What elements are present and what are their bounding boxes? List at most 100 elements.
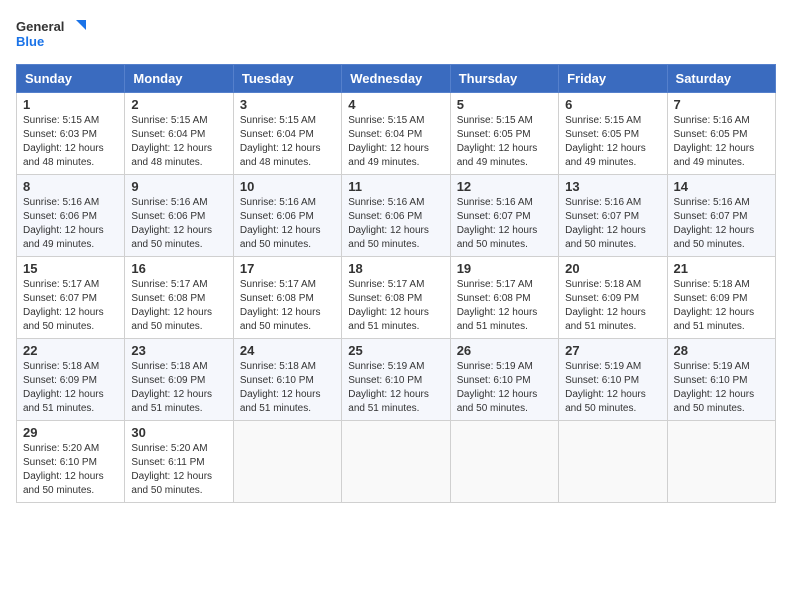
day-number: 6: [565, 97, 660, 112]
day-number: 7: [674, 97, 769, 112]
day-number: 10: [240, 179, 335, 194]
day-info: Sunrise: 5:17 AM Sunset: 6:08 PM Dayligh…: [131, 278, 226, 334]
day-number: 22: [23, 343, 118, 358]
day-info: Sunrise: 5:18 AM Sunset: 6:09 PM Dayligh…: [23, 360, 118, 416]
day-cell-13: 13 Sunrise: 5:16 AM Sunset: 6:07 PM Dayl…: [559, 175, 667, 257]
day-number: 15: [23, 261, 118, 276]
day-cell-3: 3 Sunrise: 5:15 AM Sunset: 6:04 PM Dayli…: [233, 93, 341, 175]
day-info: Sunrise: 5:15 AM Sunset: 6:04 PM Dayligh…: [348, 114, 443, 170]
day-info: Sunrise: 5:18 AM Sunset: 6:09 PM Dayligh…: [131, 360, 226, 416]
svg-text:Blue: Blue: [16, 34, 44, 49]
day-cell-20: 20 Sunrise: 5:18 AM Sunset: 6:09 PM Dayl…: [559, 257, 667, 339]
header: General Blue: [16, 16, 776, 56]
day-number: 19: [457, 261, 552, 276]
col-thursday: Thursday: [450, 65, 558, 93]
day-cell-27: 27 Sunrise: 5:19 AM Sunset: 6:10 PM Dayl…: [559, 339, 667, 421]
day-cell-17: 17 Sunrise: 5:17 AM Sunset: 6:08 PM Dayl…: [233, 257, 341, 339]
day-info: Sunrise: 5:17 AM Sunset: 6:08 PM Dayligh…: [240, 278, 335, 334]
day-number: 2: [131, 97, 226, 112]
day-number: 21: [674, 261, 769, 276]
day-cell-12: 12 Sunrise: 5:16 AM Sunset: 6:07 PM Dayl…: [450, 175, 558, 257]
day-number: 17: [240, 261, 335, 276]
day-cell-22: 22 Sunrise: 5:18 AM Sunset: 6:09 PM Dayl…: [17, 339, 125, 421]
day-cell-5: 5 Sunrise: 5:15 AM Sunset: 6:05 PM Dayli…: [450, 93, 558, 175]
col-monday: Monday: [125, 65, 233, 93]
day-info: Sunrise: 5:16 AM Sunset: 6:07 PM Dayligh…: [457, 196, 552, 252]
day-info: Sunrise: 5:15 AM Sunset: 6:04 PM Dayligh…: [240, 114, 335, 170]
col-tuesday: Tuesday: [233, 65, 341, 93]
day-number: 11: [348, 179, 443, 194]
empty-cell: [450, 421, 558, 503]
day-number: 28: [674, 343, 769, 358]
day-number: 14: [674, 179, 769, 194]
logo-svg: General Blue: [16, 16, 86, 56]
day-info: Sunrise: 5:19 AM Sunset: 6:10 PM Dayligh…: [348, 360, 443, 416]
svg-text:General: General: [16, 19, 64, 34]
day-info: Sunrise: 5:16 AM Sunset: 6:06 PM Dayligh…: [348, 196, 443, 252]
day-info: Sunrise: 5:16 AM Sunset: 6:07 PM Dayligh…: [674, 196, 769, 252]
day-info: Sunrise: 5:19 AM Sunset: 6:10 PM Dayligh…: [674, 360, 769, 416]
day-info: Sunrise: 5:17 AM Sunset: 6:08 PM Dayligh…: [457, 278, 552, 334]
day-number: 8: [23, 179, 118, 194]
empty-cell: [342, 421, 450, 503]
day-number: 30: [131, 425, 226, 440]
day-cell-19: 19 Sunrise: 5:17 AM Sunset: 6:08 PM Dayl…: [450, 257, 558, 339]
day-number: 26: [457, 343, 552, 358]
day-info: Sunrise: 5:15 AM Sunset: 6:04 PM Dayligh…: [131, 114, 226, 170]
day-number: 16: [131, 261, 226, 276]
day-cell-8: 8 Sunrise: 5:16 AM Sunset: 6:06 PM Dayli…: [17, 175, 125, 257]
day-number: 4: [348, 97, 443, 112]
empty-cell: [233, 421, 341, 503]
day-cell-10: 10 Sunrise: 5:16 AM Sunset: 6:06 PM Dayl…: [233, 175, 341, 257]
day-cell-7: 7 Sunrise: 5:16 AM Sunset: 6:05 PM Dayli…: [667, 93, 775, 175]
weekday-header-row: Sunday Monday Tuesday Wednesday Thursday…: [17, 65, 776, 93]
day-info: Sunrise: 5:18 AM Sunset: 6:09 PM Dayligh…: [565, 278, 660, 334]
day-number: 23: [131, 343, 226, 358]
col-wednesday: Wednesday: [342, 65, 450, 93]
day-cell-4: 4 Sunrise: 5:15 AM Sunset: 6:04 PM Dayli…: [342, 93, 450, 175]
empty-cell: [667, 421, 775, 503]
day-cell-28: 28 Sunrise: 5:19 AM Sunset: 6:10 PM Dayl…: [667, 339, 775, 421]
day-number: 3: [240, 97, 335, 112]
day-info: Sunrise: 5:17 AM Sunset: 6:08 PM Dayligh…: [348, 278, 443, 334]
day-info: Sunrise: 5:17 AM Sunset: 6:07 PM Dayligh…: [23, 278, 118, 334]
day-info: Sunrise: 5:16 AM Sunset: 6:05 PM Dayligh…: [674, 114, 769, 170]
day-info: Sunrise: 5:16 AM Sunset: 6:06 PM Dayligh…: [240, 196, 335, 252]
day-number: 1: [23, 97, 118, 112]
day-cell-14: 14 Sunrise: 5:16 AM Sunset: 6:07 PM Dayl…: [667, 175, 775, 257]
col-friday: Friday: [559, 65, 667, 93]
day-info: Sunrise: 5:18 AM Sunset: 6:10 PM Dayligh…: [240, 360, 335, 416]
day-number: 9: [131, 179, 226, 194]
day-info: Sunrise: 5:19 AM Sunset: 6:10 PM Dayligh…: [565, 360, 660, 416]
day-number: 29: [23, 425, 118, 440]
day-cell-6: 6 Sunrise: 5:15 AM Sunset: 6:05 PM Dayli…: [559, 93, 667, 175]
day-cell-21: 21 Sunrise: 5:18 AM Sunset: 6:09 PM Dayl…: [667, 257, 775, 339]
day-number: 24: [240, 343, 335, 358]
day-number: 12: [457, 179, 552, 194]
day-number: 5: [457, 97, 552, 112]
day-info: Sunrise: 5:18 AM Sunset: 6:09 PM Dayligh…: [674, 278, 769, 334]
day-cell-18: 18 Sunrise: 5:17 AM Sunset: 6:08 PM Dayl…: [342, 257, 450, 339]
day-info: Sunrise: 5:16 AM Sunset: 6:06 PM Dayligh…: [23, 196, 118, 252]
empty-cell: [559, 421, 667, 503]
day-cell-29: 29 Sunrise: 5:20 AM Sunset: 6:10 PM Dayl…: [17, 421, 125, 503]
day-info: Sunrise: 5:15 AM Sunset: 6:03 PM Dayligh…: [23, 114, 118, 170]
day-cell-26: 26 Sunrise: 5:19 AM Sunset: 6:10 PM Dayl…: [450, 339, 558, 421]
day-info: Sunrise: 5:16 AM Sunset: 6:06 PM Dayligh…: [131, 196, 226, 252]
day-cell-16: 16 Sunrise: 5:17 AM Sunset: 6:08 PM Dayl…: [125, 257, 233, 339]
day-cell-11: 11 Sunrise: 5:16 AM Sunset: 6:06 PM Dayl…: [342, 175, 450, 257]
day-number: 20: [565, 261, 660, 276]
logo: General Blue: [16, 16, 86, 56]
day-info: Sunrise: 5:19 AM Sunset: 6:10 PM Dayligh…: [457, 360, 552, 416]
day-cell-9: 9 Sunrise: 5:16 AM Sunset: 6:06 PM Dayli…: [125, 175, 233, 257]
day-cell-2: 2 Sunrise: 5:15 AM Sunset: 6:04 PM Dayli…: [125, 93, 233, 175]
day-info: Sunrise: 5:15 AM Sunset: 6:05 PM Dayligh…: [457, 114, 552, 170]
day-info: Sunrise: 5:16 AM Sunset: 6:07 PM Dayligh…: [565, 196, 660, 252]
day-number: 25: [348, 343, 443, 358]
col-sunday: Sunday: [17, 65, 125, 93]
calendar: Sunday Monday Tuesday Wednesday Thursday…: [16, 64, 776, 503]
day-number: 18: [348, 261, 443, 276]
day-info: Sunrise: 5:15 AM Sunset: 6:05 PM Dayligh…: [565, 114, 660, 170]
col-saturday: Saturday: [667, 65, 775, 93]
day-info: Sunrise: 5:20 AM Sunset: 6:11 PM Dayligh…: [131, 442, 226, 498]
